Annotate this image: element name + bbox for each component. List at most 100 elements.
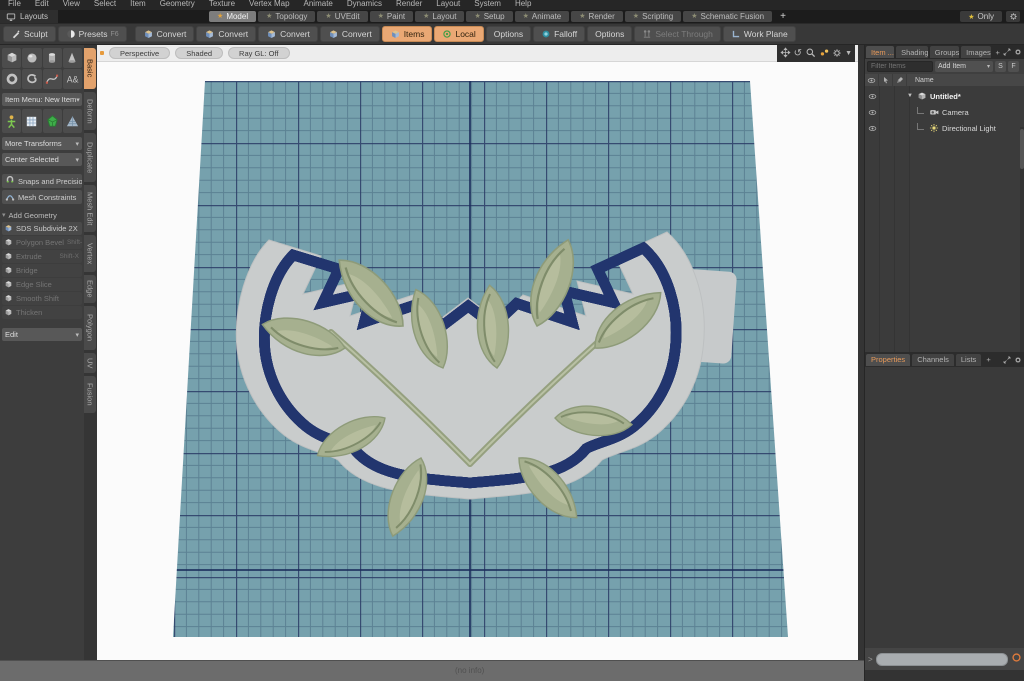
menu-system[interactable]: System: [474, 0, 501, 10]
add-properties-tab-button[interactable]: +: [983, 354, 993, 366]
tab-animate[interactable]: ★ Animate: [514, 11, 570, 22]
menu-texture[interactable]: Texture: [209, 0, 235, 10]
ear-shape-button[interactable]: [22, 69, 42, 89]
snaps-and-precision-button[interactable]: Snaps and Precision: [2, 174, 82, 188]
grid-cube-button[interactable]: [22, 109, 42, 133]
actor-skeleton-button[interactable]: [2, 109, 22, 133]
viewport-gear-icon[interactable]: [832, 45, 842, 63]
more-transforms-dropdown[interactable]: More Transforms ▾: [2, 137, 82, 150]
options-button-2[interactable]: Options: [587, 26, 633, 42]
menu-dynamics[interactable]: Dynamics: [347, 0, 382, 10]
tab-schematic-fusion[interactable]: ★ Schematic Fusion: [683, 11, 773, 22]
menu-layout[interactable]: Layout: [436, 0, 460, 10]
cone-primitive-button[interactable]: [62, 48, 82, 68]
vtab-vertex[interactable]: Vertex: [84, 235, 96, 272]
tab-images[interactable]: Images: [961, 46, 991, 58]
options-button-1[interactable]: Options: [485, 26, 532, 42]
item-row-camera[interactable]: Camera: [865, 104, 1024, 120]
menu-item[interactable]: Item: [130, 0, 146, 10]
menu-select[interactable]: Select: [94, 0, 116, 10]
tab-uvedit[interactable]: ★ UVEdit: [317, 11, 368, 22]
sculpt-button[interactable]: Sculpt: [3, 26, 56, 42]
orbit-icon[interactable]: ↺: [794, 48, 802, 59]
eye-icon[interactable]: [865, 108, 879, 117]
viewport-menu-arrow-icon[interactable]: ▼: [845, 50, 852, 57]
menu-file[interactable]: File: [8, 0, 21, 10]
3d-viewport[interactable]: Perspective Shaded Ray GL: Off ↺ ▼: [97, 45, 858, 660]
tab-layout[interactable]: ★ Layout: [415, 11, 465, 22]
command-history-ring-icon[interactable]: [1011, 650, 1022, 668]
tab-lists[interactable]: Lists: [955, 353, 982, 366]
menu-vertex-map[interactable]: Vertex Map: [249, 0, 289, 10]
menu-help[interactable]: Help: [515, 0, 531, 10]
torus-primitive-button[interactable]: [2, 69, 22, 89]
cylinder-primitive-button[interactable]: [42, 48, 62, 68]
scene-canvas[interactable]: [97, 62, 858, 660]
convert-button-2[interactable]: Convert: [196, 26, 257, 42]
cube-primitive-button[interactable]: [2, 48, 22, 68]
eye-icon[interactable]: [865, 92, 879, 101]
item-list[interactable]: ▼ Untitled* Camera Directional Light: [865, 86, 1024, 393]
mesh-pyramid-button[interactable]: [62, 109, 82, 133]
tool-sds-subdivide[interactable]: SDS Subdivide 2X: [2, 222, 82, 235]
tool-extrude[interactable]: Extrude Shift-X: [2, 250, 82, 263]
tab-setup[interactable]: ★ Setup: [466, 11, 513, 22]
vtab-mesh-edit[interactable]: Mesh Edit: [84, 185, 96, 232]
item-row-directional-light[interactable]: Directional Light: [865, 120, 1024, 136]
render-column-icon[interactable]: [893, 74, 907, 86]
menu-geometry[interactable]: Geometry: [160, 0, 195, 10]
tab-topology[interactable]: ★ Topology: [258, 11, 316, 22]
menu-view[interactable]: View: [63, 0, 80, 10]
add-item-dropdown[interactable]: Add Item ▾: [935, 61, 993, 72]
layouts-button[interactable]: Layouts: [0, 10, 59, 23]
add-panel-tab-button[interactable]: +: [993, 46, 1002, 58]
add-geometry-section-header[interactable]: ▾ Add Geometry: [2, 209, 82, 221]
tab-paint[interactable]: ★ Paint: [369, 11, 414, 22]
eye-icon[interactable]: [865, 124, 879, 133]
polygon-gem-button[interactable]: [42, 109, 62, 133]
menu-edit[interactable]: Edit: [35, 0, 49, 10]
convert-button-4[interactable]: Convert: [319, 26, 380, 42]
tab-scripting[interactable]: ★ Scripting: [624, 11, 682, 22]
tool-edge-slice[interactable]: Edge Slice: [2, 278, 82, 291]
command-input[interactable]: [875, 652, 1008, 666]
panel-gear-icon[interactable]: [1014, 351, 1022, 369]
vtab-basic[interactable]: Basic: [84, 48, 96, 89]
select-through-button[interactable]: Select Through: [634, 26, 721, 42]
vtab-polygon[interactable]: Polygon: [84, 306, 96, 350]
only-button[interactable]: ★ Only: [960, 11, 1002, 22]
convert-button-1[interactable]: Convert: [134, 26, 195, 42]
scene-button[interactable]: S: [995, 61, 1006, 72]
shading-mode-pill[interactable]: Shaded: [175, 47, 224, 59]
item-menu-dropdown[interactable]: Item Menu: New Item ▾: [2, 93, 82, 106]
filter-items-input[interactable]: [867, 61, 933, 72]
presets-button[interactable]: Presets F6: [57, 26, 127, 42]
raygl-pill[interactable]: Ray GL: Off: [228, 47, 290, 59]
items-mode-button[interactable]: Items: [381, 26, 433, 42]
curve-tool-button[interactable]: [42, 69, 62, 89]
vtab-uv[interactable]: UV: [84, 353, 96, 373]
expand-panel-icon[interactable]: [1003, 351, 1011, 369]
vtab-duplicate[interactable]: Duplicate: [84, 133, 96, 182]
view-mode-pill[interactable]: Perspective: [109, 47, 171, 59]
center-selected-dropdown[interactable]: Center Selected ▾: [2, 153, 82, 166]
sphere-primitive-button[interactable]: [22, 48, 42, 68]
tool-polygon-bevel[interactable]: Polygon BevelShift-B: [2, 236, 82, 249]
tool-bridge[interactable]: Bridge: [2, 264, 82, 277]
tab-channels[interactable]: Channels: [912, 353, 954, 366]
convert-button-3[interactable]: Convert: [258, 26, 318, 42]
add-layout-tab-button[interactable]: +: [774, 11, 792, 22]
edit-dropdown[interactable]: Edit ▾: [2, 328, 82, 341]
tool-thicken[interactable]: Thicken: [2, 306, 82, 319]
vtab-edge[interactable]: Edge: [84, 275, 96, 303]
tab-shading[interactable]: Shading: [896, 46, 928, 58]
layout-settings-gear-button[interactable]: [1006, 11, 1020, 22]
pan-icon[interactable]: [780, 45, 791, 63]
tab-properties[interactable]: Properties: [866, 353, 911, 366]
filter-button[interactable]: F: [1008, 61, 1019, 72]
vtab-deform[interactable]: Deform: [84, 92, 96, 130]
text-tool-button[interactable]: A&: [62, 69, 82, 89]
visibility-column-icon[interactable]: [865, 74, 879, 86]
local-button[interactable]: Local: [434, 26, 484, 42]
tab-groups[interactable]: Groups: [929, 46, 960, 58]
